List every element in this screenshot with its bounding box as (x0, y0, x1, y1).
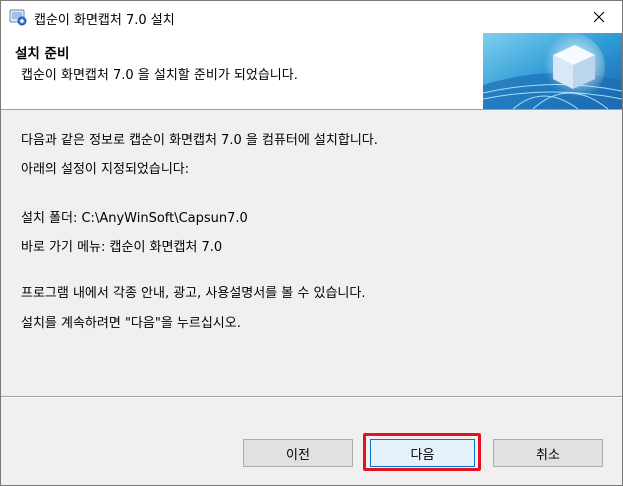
header-banner: 설치 준비 캡순이 화면캡처 7.0 을 설치할 준비가 되었습니다. (1, 33, 623, 110)
page-title: 설치 준비 (15, 46, 70, 62)
footer-divider (1, 396, 622, 398)
info-text: 프로그램 내에서 각종 안내, 광고, 사용설명서를 볼 수 있습니다. (21, 286, 366, 301)
cancel-button[interactable]: 취소 (493, 439, 603, 467)
close-icon (593, 8, 605, 27)
installer-window: 캡순이 화면캡처 7.0 설치 설치 준비 캡순이 화면캡처 7.0 을 설치할… (0, 0, 623, 486)
next-button[interactable]: 다음 (370, 439, 475, 467)
intro-text-1: 다음과 같은 정보로 캡순이 화면캡처 7.0 을 컴퓨터에 설치합니다. (21, 133, 378, 148)
title-bar[interactable]: 캡순이 화면캡처 7.0 설치 (1, 1, 622, 33)
installer-app-icon (9, 8, 27, 26)
content-area: 다음과 같은 정보로 캡순이 화면캡처 7.0 을 컴퓨터에 설치합니다. 아래… (1, 110, 622, 396)
cube-banner-image (482, 33, 623, 110)
prev-button[interactable]: 이전 (243, 439, 353, 467)
continue-instruction-text: 설치를 계속하려면 "다음"을 누르십시오. (21, 316, 241, 331)
page-subtitle: 캡순이 화면캡처 7.0 을 설치할 준비가 되었습니다. (21, 68, 298, 83)
close-button[interactable] (576, 1, 622, 33)
intro-text-2: 아래의 설정이 지정되었습니다: (21, 162, 190, 177)
install-folder-text: 설치 폴더: C:\AnyWinSoft\Capsun7.0 (21, 211, 248, 226)
shortcut-menu-text: 바로 가기 메뉴: 캡순이 화면캡처 7.0 (21, 240, 223, 255)
window-title: 캡순이 화면캡처 7.0 설치 (34, 13, 175, 28)
